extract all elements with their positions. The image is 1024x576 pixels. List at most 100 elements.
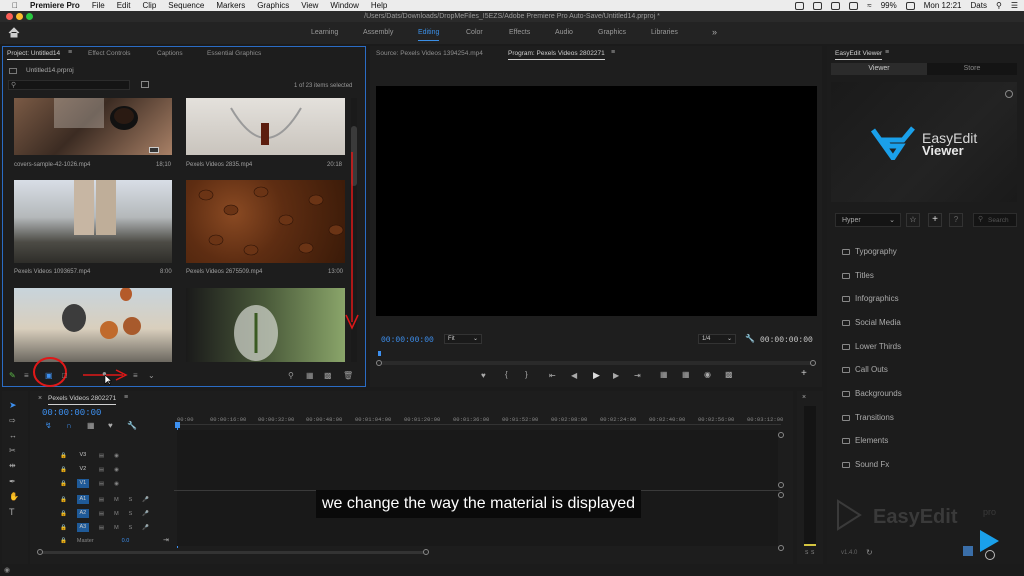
scroll-handle-left[interactable]	[37, 549, 43, 555]
eye-icon[interactable]: ◉	[114, 453, 119, 459]
lock-icon[interactable]: 🔒	[60, 511, 67, 517]
panel-menu-icon[interactable]: ≡	[611, 49, 615, 56]
sync-lock-icon[interactable]: ▤	[99, 525, 104, 531]
tab-program-monitor[interactable]: Program: Pexels Videos 2802271	[508, 50, 605, 60]
timeline-timecode[interactable]: 00:00:00:00	[42, 408, 101, 418]
mute-icon[interactable]: M	[114, 497, 119, 503]
add-icon[interactable]: +	[928, 213, 942, 227]
razor-tool-icon[interactable]: ✂	[9, 446, 16, 455]
panel-menu-icon[interactable]: ≡	[885, 49, 889, 56]
panel-menu-icon[interactable]: ≡	[124, 394, 128, 401]
comparison-view-icon[interactable]: ▩	[725, 370, 733, 379]
go-to-end-icon[interactable]: ⇥	[163, 536, 169, 544]
category-elements[interactable]: Elements	[842, 436, 888, 445]
program-timecode[interactable]: 00:00:00:00	[381, 336, 434, 345]
lock-icon[interactable]: 🔒	[60, 481, 67, 487]
workspace-audio[interactable]: Audio	[555, 29, 573, 36]
microphone-icon[interactable]: 🎤	[142, 525, 149, 531]
close-sequence-icon[interactable]: ×	[38, 395, 42, 402]
easyedit-filter-dropdown[interactable]: Hyper ⌄	[835, 213, 901, 227]
workspace-color[interactable]: Color	[466, 29, 483, 36]
tab-project[interactable]: Project: Untitled14	[7, 50, 61, 60]
bluetooth-icon[interactable]	[849, 1, 859, 10]
track-select-tool-icon[interactable]: ⇨	[9, 416, 16, 425]
category-call-outs[interactable]: Call Outs	[842, 365, 888, 374]
play-icon[interactable]: ▶	[593, 370, 600, 381]
menu-view[interactable]: View	[301, 0, 318, 11]
status-icon[interactable]: ◉	[4, 566, 10, 574]
workspace-learning[interactable]: Learning	[311, 29, 338, 36]
microphone-icon[interactable]: 🎤	[142, 497, 149, 503]
category-backgrounds[interactable]: Backgrounds	[842, 389, 902, 398]
slip-tool-icon[interactable]: ⇹	[9, 461, 16, 470]
timeline-settings-wrench-icon[interactable]: 🔧	[127, 421, 137, 430]
sync-lock-icon[interactable]: ▤	[99, 511, 104, 517]
thumbnail-pexels-1093657[interactable]	[14, 180, 172, 263]
thumbnail-pexels-2675509[interactable]	[186, 180, 345, 263]
category-social-media[interactable]: Social Media	[842, 318, 901, 327]
program-zoom-bar[interactable]	[376, 360, 816, 366]
category-transitions[interactable]: Transitions	[842, 413, 894, 422]
step-forward-icon[interactable]: ▶	[613, 371, 619, 380]
go-to-in-icon[interactable]: ⇤	[549, 371, 556, 380]
wrench-icon[interactable]: 🔧	[745, 334, 755, 343]
resolution-dropdown[interactable]: 1/4 ⌄	[698, 334, 736, 344]
category-infographics[interactable]: Infographics	[842, 294, 899, 303]
freeform-view-icon[interactable]: □	[62, 371, 67, 380]
track-header-v1[interactable]: 🔒 V1 ▤ ◉	[60, 479, 119, 488]
mark-in-icon[interactable]: {	[505, 370, 508, 379]
menu-window[interactable]: Window	[330, 0, 358, 11]
linked-selection-icon[interactable]: ▦	[87, 421, 95, 430]
zoom-handle-left[interactable]	[376, 360, 382, 366]
creative-cloud-icon[interactable]	[795, 1, 805, 10]
lift-icon[interactable]: ▦	[660, 370, 668, 379]
workspace-assembly[interactable]: Assembly	[363, 29, 393, 36]
snap-icon[interactable]: ∩	[66, 421, 72, 430]
menu-edit[interactable]: Edit	[117, 0, 131, 11]
track-header-a1[interactable]: 🔒 A1 ▤ M S 🎤	[60, 495, 149, 504]
track-area[interactable]	[177, 430, 778, 546]
track-header-a2[interactable]: 🔒 A2 ▤ M S 🎤	[60, 509, 149, 518]
audio-zoom-handle[interactable]	[778, 545, 784, 551]
icon-view-icon[interactable]: ▣	[45, 371, 53, 380]
mute-icon[interactable]: M	[114, 525, 119, 531]
new-bin-icon[interactable]: ▦	[306, 371, 314, 380]
button-editor-icon[interactable]: +	[801, 368, 807, 379]
insert-overwrite-icon[interactable]: ↯	[45, 421, 52, 430]
lock-icon[interactable]: 🔒	[60, 497, 67, 503]
track-header-v3[interactable]: 🔒 V3 ▤ ◉	[60, 451, 119, 460]
audio-zoom-handle[interactable]	[778, 492, 784, 498]
grid-view-icon[interactable]	[963, 546, 973, 556]
new-bin-from-search-icon[interactable]	[141, 81, 149, 88]
track-header-v2[interactable]: 🔒 V2 ▤ ◉	[60, 465, 119, 474]
thumbnail-pexels-2835[interactable]	[186, 98, 345, 155]
category-sound-fx[interactable]: Sound Fx	[842, 460, 889, 469]
playhead-marker[interactable]	[378, 351, 381, 356]
workspace-libraries[interactable]: Libraries	[651, 29, 678, 36]
menu-clip[interactable]: Clip	[143, 0, 157, 11]
sort-icons-icon[interactable]: ≡	[133, 371, 138, 380]
chevron-down-icon[interactable]: ⌄	[148, 371, 155, 380]
help-icon[interactable]: ?	[949, 213, 963, 227]
display-icon[interactable]	[813, 1, 823, 10]
mute-icon[interactable]: M	[114, 511, 119, 517]
star-icon[interactable]: ☆	[906, 213, 920, 227]
lock-icon[interactable]: 🔒	[60, 538, 67, 544]
category-titles[interactable]: Titles	[842, 271, 874, 280]
ripple-edit-tool-icon[interactable]: ↔	[9, 431, 17, 440]
home-icon[interactable]	[8, 27, 20, 38]
menu-app[interactable]: Premiere Pro	[30, 0, 80, 11]
project-search-input[interactable]: ⚲	[8, 80, 130, 90]
selection-tool-icon[interactable]: ➤	[9, 400, 17, 411]
extract-icon[interactable]: ▦	[682, 370, 690, 379]
menu-markers[interactable]: Markers	[216, 0, 245, 11]
solo-icon[interactable]: S	[129, 497, 133, 503]
battery-icon[interactable]	[905, 1, 915, 10]
go-to-out-icon[interactable]: ⇥	[634, 371, 641, 380]
scroll-handle-right[interactable]	[423, 549, 429, 555]
lock-icon[interactable]: 🔒	[60, 453, 67, 459]
minimize-window-button[interactable]	[16, 13, 23, 20]
control-center-icon[interactable]: ☰	[1011, 1, 1018, 10]
workspace-editing[interactable]: Editing	[418, 29, 440, 41]
microphone-icon[interactable]: 🎤	[142, 511, 149, 517]
